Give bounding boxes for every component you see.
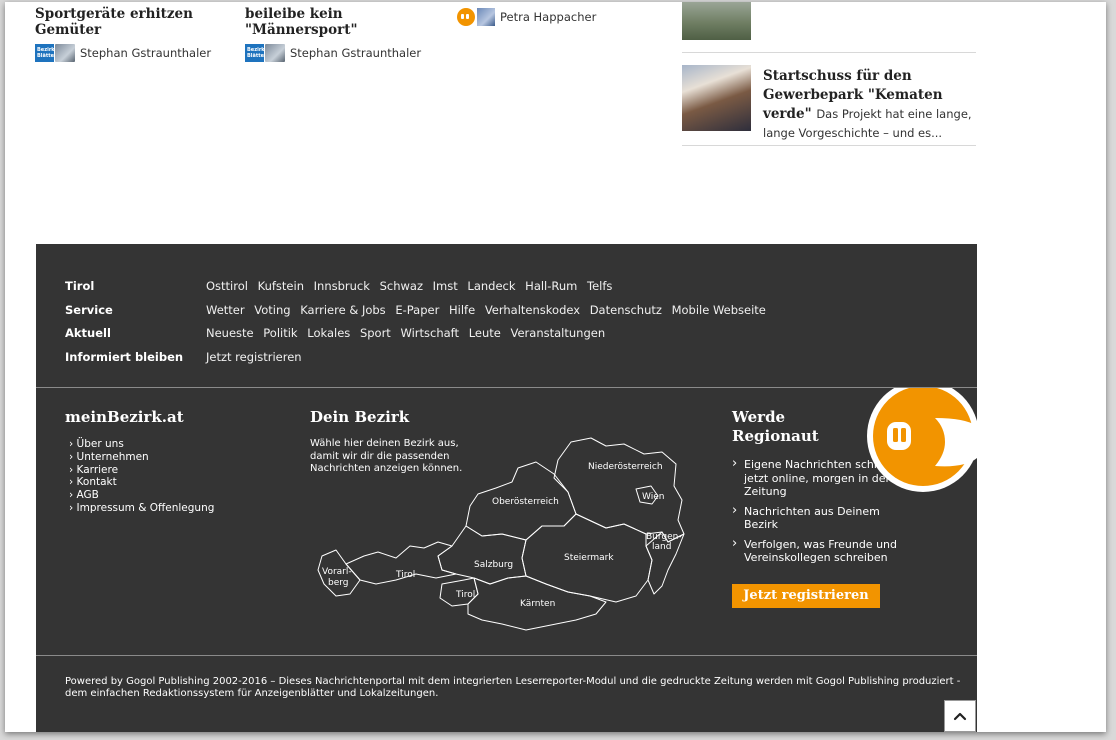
author-row: Petra Happacher [457,8,596,26]
author-name[interactable]: Stephan Gstraunthaler [80,46,211,60]
nav-link-datenschutz[interactable]: Datenschutz [590,303,662,317]
nav-links: Neueste Politik Lokales Sport Wirtschaft… [206,326,611,340]
map-label-burgenland-1: Burgen- [646,532,682,542]
nav-link-osttirol[interactable]: Osttirol [206,279,248,293]
austria-map[interactable]: Niederösterreich Wien Oberösterreich Bur… [306,434,686,634]
link-unternehmen[interactable]: Unternehmen [69,451,214,464]
register-button[interactable]: Jetzt registrieren [732,584,880,608]
nav-link-neueste[interactable]: Neueste [206,326,254,340]
nav-link-verhaltenskodex[interactable]: Verhaltenskodex [485,303,580,317]
footer-divider [36,655,977,656]
nav-link-voting[interactable]: Voting [254,303,290,317]
nav-label: Aktuell [65,326,111,340]
nav-links: Wetter Voting Karriere & Jobs E-Paper Hi… [206,303,772,317]
nav-label: Service [65,303,113,317]
article-card[interactable]: beileibe kein "Männersport" Bezirks Blät… [245,6,445,62]
bezirksblaetter-logo: Bezirks Blätter [245,44,268,62]
author-avatar [477,8,495,26]
regionaut-title-line1: Werde [732,408,786,426]
nav-links: Jetzt registrieren [206,350,308,364]
nav-link-imst[interactable]: Imst [433,279,458,293]
page: Sportgeräte erhitzen Gemüter Bezirks Blä… [5,2,1106,732]
bezirksblaetter-logo: Bezirks Blätter [35,44,58,62]
link-karriere[interactable]: Karriere [69,464,214,477]
map-label-niederoesterreich: Niederösterreich [588,462,663,472]
nav-link-karriere-jobs[interactable]: Karriere & Jobs [300,303,385,317]
dein-bezirk-title: Dein Bezirk [310,408,410,426]
map-label-wien: Wien [642,492,664,502]
footer-nav-informiert: Informiert bleiben Jetzt registrieren [65,350,308,364]
nav-link-schwaz[interactable]: Schwaz [380,279,423,293]
author-avatar [55,44,75,62]
article-thumbnail[interactable] [682,2,751,40]
article-thumbnail[interactable] [682,65,751,131]
link-kontakt[interactable]: Kontakt [69,476,214,489]
nav-link-kufstein[interactable]: Kufstein [258,279,304,293]
author-row: Bezirks Blätter Stephan Gstraunthaler [245,44,445,62]
nav-link-leute[interactable]: Leute [469,326,501,340]
nav-link-wetter[interactable]: Wetter [206,303,245,317]
map-label-oberoesterreich: Oberösterreich [492,497,559,507]
map-label-steiermark: Steiermark [564,553,614,563]
map-label-tirol: Tirol [395,570,415,580]
divider [682,145,976,146]
nav-link-lokales[interactable]: Lokales [307,326,350,340]
chevron-up-icon [953,712,967,721]
map-label-vorarlberg-2: berg [328,578,349,588]
author-row: Bezirks Blätter Stephan Gstraunthaler [35,44,235,62]
nav-link-hilfe[interactable]: Hilfe [449,303,475,317]
regionaut-mascot-icon [865,388,977,504]
nav-link-innsbruck[interactable]: Innsbruck [314,279,370,293]
map-label-kaernten: Kärnten [520,599,555,609]
author-name[interactable]: Stephan Gstraunthaler [290,46,421,60]
nav-link-landeck[interactable]: Landeck [467,279,515,293]
author-avatar [265,44,285,62]
meinbezirk-links: Über uns Unternehmen Karriere Kontakt AG… [69,438,215,515]
nav-link-veranstaltungen[interactable]: Veranstaltungen [511,326,606,340]
map-region-niederoesterreich [553,437,685,543]
scroll-to-top-button[interactable] [944,700,976,732]
map-label-salzburg: Salzburg [474,560,513,570]
map-label-osttirol: Tirol [455,590,475,600]
nav-link-sport[interactable]: Sport [360,326,391,340]
regionaut-title-line2: Regionaut [732,427,819,445]
nav-label: Tirol [65,279,95,293]
right-article[interactable]: Startschuss für den Gewerbepark "Kematen… [763,65,978,141]
meinbezirk-title: meinBezirk.at [65,408,184,426]
footer-nav-aktuell: Aktuell Neueste Politik Lokales Sport Wi… [65,326,611,340]
regionaut-title: Werde Regionaut [732,408,819,446]
map-label-burgenland-2: land [652,542,671,552]
nav-link-telfs[interactable]: Telfs [587,279,612,293]
link-agb[interactable]: AGB [69,489,214,502]
footer-divider [36,387,977,388]
divider [682,52,976,53]
powered-by-text: Powered by Gogol Publishing 2002-2016 – … [65,676,961,699]
nav-link-mobile-webseite[interactable]: Mobile Webseite [672,303,766,317]
author-name[interactable]: Petra Happacher [500,10,596,24]
article-title[interactable]: Sportgeräte erhitzen Gemüter [35,6,235,38]
map-label-vorarlberg-1: Vorarl- [322,567,352,577]
nav-link-wirtschaft[interactable]: Wirtschaft [400,326,459,340]
nav-label: Informiert bleiben [65,350,184,364]
nav-link-hall-rum[interactable]: Hall-Rum [525,279,577,293]
regionaut-benefit: Nachrichten aus Deinem Bezirk [732,504,917,532]
nav-links: Osttirol Kufstein Innsbruck Schwaz Imst … [206,279,618,293]
link-impressum[interactable]: Impressum & Offenlegung [69,502,215,515]
nav-link-politik[interactable]: Politik [263,326,297,340]
article-title[interactable]: beileibe kein "Männersport" [245,6,445,38]
regionaut-logo-icon [457,8,475,26]
link-ueber-uns[interactable]: Über uns [69,438,214,451]
footer: Tirol Osttirol Kufstein Innsbruck Schwaz… [36,244,977,732]
nav-link-e-paper[interactable]: E-Paper [395,303,439,317]
footer-nav-service: Service Wetter Voting Karriere & Jobs E-… [65,303,772,317]
nav-link-jetzt-registrieren[interactable]: Jetzt registrieren [206,350,302,364]
regionaut-benefit: Verfolgen, was Freunde und Vereinskolleg… [732,537,917,565]
article-card[interactable]: Sportgeräte erhitzen Gemüter Bezirks Blä… [35,6,235,62]
footer-nav-tirol: Tirol Osttirol Kufstein Innsbruck Schwaz… [65,279,618,293]
